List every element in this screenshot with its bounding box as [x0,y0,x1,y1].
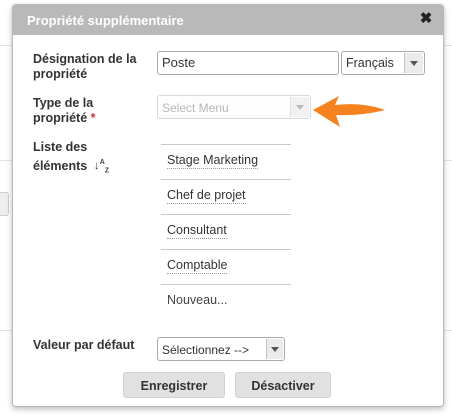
type-select[interactable]: Select Menu [157,95,311,119]
designation-label: Désignation de la propriété [33,52,137,81]
new-item-label[interactable]: Nouveau... [167,293,227,308]
list-item[interactable]: Comptable [161,249,291,284]
dialog-title: Propriété supplémentaire [27,13,184,28]
list-label: Liste des éléments ↓AZ [33,140,143,178]
list-item[interactable]: Consultant [161,214,291,249]
list-item-label[interactable]: Chef de projet [167,188,246,204]
chevron-down-icon[interactable] [290,97,309,117]
annotation-arrow-icon [313,96,385,127]
close-icon[interactable]: ✖ [419,11,433,27]
new-list-item[interactable]: Nouveau... [161,284,291,319]
list-item-label[interactable]: Comptable [167,258,228,274]
list-item-label[interactable]: Consultant [167,223,227,239]
default-value-label: Valeur par défaut [33,338,135,352]
list-label-text: Liste des éléments [33,140,88,173]
type-placeholder: Select Menu [162,101,229,115]
chevron-down-icon[interactable] [266,339,283,359]
list-item[interactable]: Chef de projet [161,179,291,214]
list-item[interactable]: Stage Marketing [161,144,291,179]
list-item-label[interactable]: Stage Marketing [167,153,259,169]
language-select[interactable]: Français [341,51,425,75]
type-label-text: Type de la propriété [33,96,94,125]
sort-alpha-icon[interactable]: ↓AZ [94,155,109,178]
property-dialog: Propriété supplémentaire ✖ Désignation d… [12,4,444,407]
deactivate-button[interactable]: Désactiver [235,372,331,398]
background-collapse-handle [0,192,9,216]
default-value-select[interactable]: Sélectionnez --> [157,337,285,361]
dialog-titlebar: Propriété supplémentaire ✖ [13,5,443,35]
type-label: Type de la propriété * [33,96,133,126]
designation-input[interactable] [157,51,339,75]
required-marker: * [90,111,96,125]
default-value-selected: Sélectionnez --> [162,343,250,357]
chevron-down-icon[interactable] [404,53,423,73]
language-value: Français [346,56,394,70]
save-button[interactable]: Enregistrer [123,372,225,398]
